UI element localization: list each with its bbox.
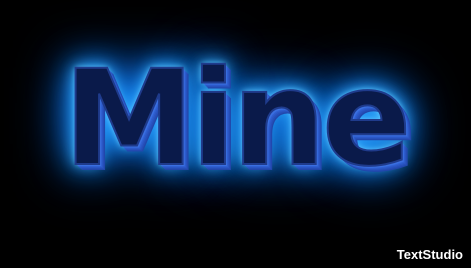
glowing-title-text: Mine	[62, 42, 412, 196]
text-effect-canvas: Mine TextStudio	[0, 0, 471, 268]
textstudio-watermark: TextStudio	[396, 247, 463, 262]
